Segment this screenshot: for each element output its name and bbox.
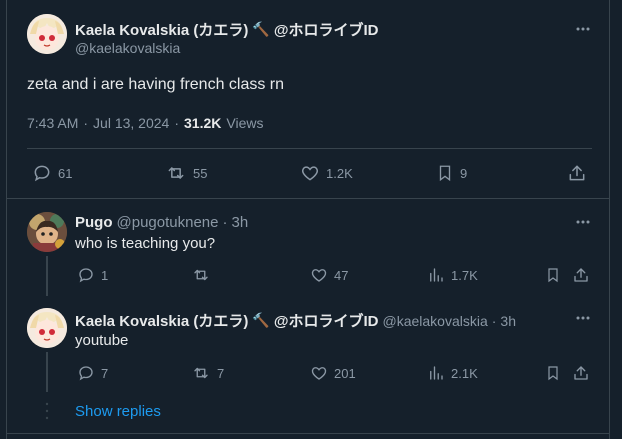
share-icon [569,165,585,181]
views-count: 31.2K [184,115,222,131]
reply-text: who is teaching you? [75,235,216,252]
views-count: 1.7K [451,267,478,283]
more-options-icon[interactable] [573,212,593,232]
thread-connector-line [46,352,48,392]
tweet-meta: 7:43 AM · Jul 13, 2024 · 31.2K Views [27,115,263,131]
repost-button[interactable]: 55 [165,163,207,183]
bookmark-button[interactable] [545,266,561,284]
reply-count: 7 [101,365,109,381]
reply-time[interactable]: 3h [500,313,516,329]
author-affiliation: @ホロライブID [273,22,379,39]
meta-separator: · [83,115,89,131]
views-count: 2.1K [451,365,478,381]
repost-icon [194,367,208,379]
like-count: 47 [334,267,349,283]
author-display-name[interactable]: Kaela Kovalskia (カエラ) [75,19,248,40]
share-icon [574,268,588,282]
tweet-date[interactable]: Jul 13, 2024 [93,115,169,131]
like-button[interactable]: 1.2K [300,163,353,183]
reply-count: 1 [101,267,109,283]
heart-icon [311,367,327,380]
reply-text: youtube [75,332,129,349]
main-author-line: Kaela Kovalskia (カエラ) 🔨 @ホロライブID [75,19,378,40]
bookmark-icon [439,165,451,182]
heart-icon [301,166,319,181]
repost-button[interactable]: 7 [191,364,224,382]
bookmark-icon [548,366,558,381]
share-button[interactable] [572,266,590,284]
reply-button[interactable]: 1 [77,266,108,284]
pugo-avatar[interactable] [27,212,67,252]
divider [27,148,592,149]
views-label: Views [226,115,264,131]
like-button[interactable]: 47 [310,266,348,284]
bookmark-button[interactable]: 9 [436,163,467,183]
thread-connector-line [46,256,48,296]
reply-author-affiliation: @ホロライブID [273,313,379,330]
meta-separator: · [491,312,497,329]
like-count: 201 [334,365,356,381]
hammer-emoji-icon: 🔨 [252,21,270,37]
reply-author-name[interactable]: Pugo [75,214,113,231]
repost-count: 7 [217,365,225,381]
author-handle[interactable]: @kaelakovalskia [75,40,180,56]
analytics-icon [430,366,443,380]
reply-author-handle[interactable]: @pugotuknene [117,214,219,231]
more-options-icon[interactable] [573,19,593,39]
meta-separator: · [174,115,180,131]
pugo-avatar-image [27,212,67,252]
divider [7,433,610,434]
repost-button[interactable] [191,266,217,284]
like-button[interactable]: 201 [310,364,356,382]
kaela-avatar[interactable] [27,308,67,348]
analytics-icon [430,268,443,282]
reply-icon [79,268,93,283]
kaela-avatar[interactable] [27,14,67,54]
divider [7,198,610,199]
share-icon [574,366,588,380]
repost-icon [194,269,208,281]
bookmark-button[interactable] [545,364,561,382]
bookmark-count: 9 [460,165,468,181]
meta-separator: · [222,214,228,231]
reply-author-name[interactable]: Kaela Kovalskia (カエラ) [75,310,248,331]
repost-count: 55 [193,165,208,181]
tweet-time[interactable]: 7:43 AM [27,115,78,131]
share-button[interactable] [567,163,587,183]
tweet-text: zeta and i are having french class rn [27,76,285,93]
repost-icon [168,167,184,179]
views-button[interactable]: 2.1K [427,364,478,382]
more-options-icon[interactable] [573,308,593,328]
reply-icon [79,366,93,381]
hammer-emoji-icon: 🔨 [252,312,270,328]
bookmark-icon [548,268,558,283]
kaela-avatar-image [27,308,67,348]
reply-icon [34,165,50,182]
like-count: 1.2K [326,165,353,181]
reply-author-line: Kaela Kovalskia (カエラ) 🔨 @ホロライブID @kaelak… [75,310,516,331]
reply-count: 61 [58,165,73,181]
reply-button[interactable]: 61 [32,163,72,183]
reply-author-handle[interactable]: @kaelakovalskia [382,313,487,329]
heart-icon [311,269,327,282]
reply-author-line: Pugo @pugotuknene · 3h [75,214,248,231]
thread-ellipsis-icon [45,402,49,425]
reply-button[interactable]: 7 [77,364,108,382]
kaela-avatar-image [27,14,67,54]
reply-time[interactable]: 3h [231,214,248,231]
share-button[interactable] [572,364,590,382]
views-button[interactable]: 1.7K [427,266,478,284]
show-replies-link[interactable]: Show replies [75,403,161,420]
